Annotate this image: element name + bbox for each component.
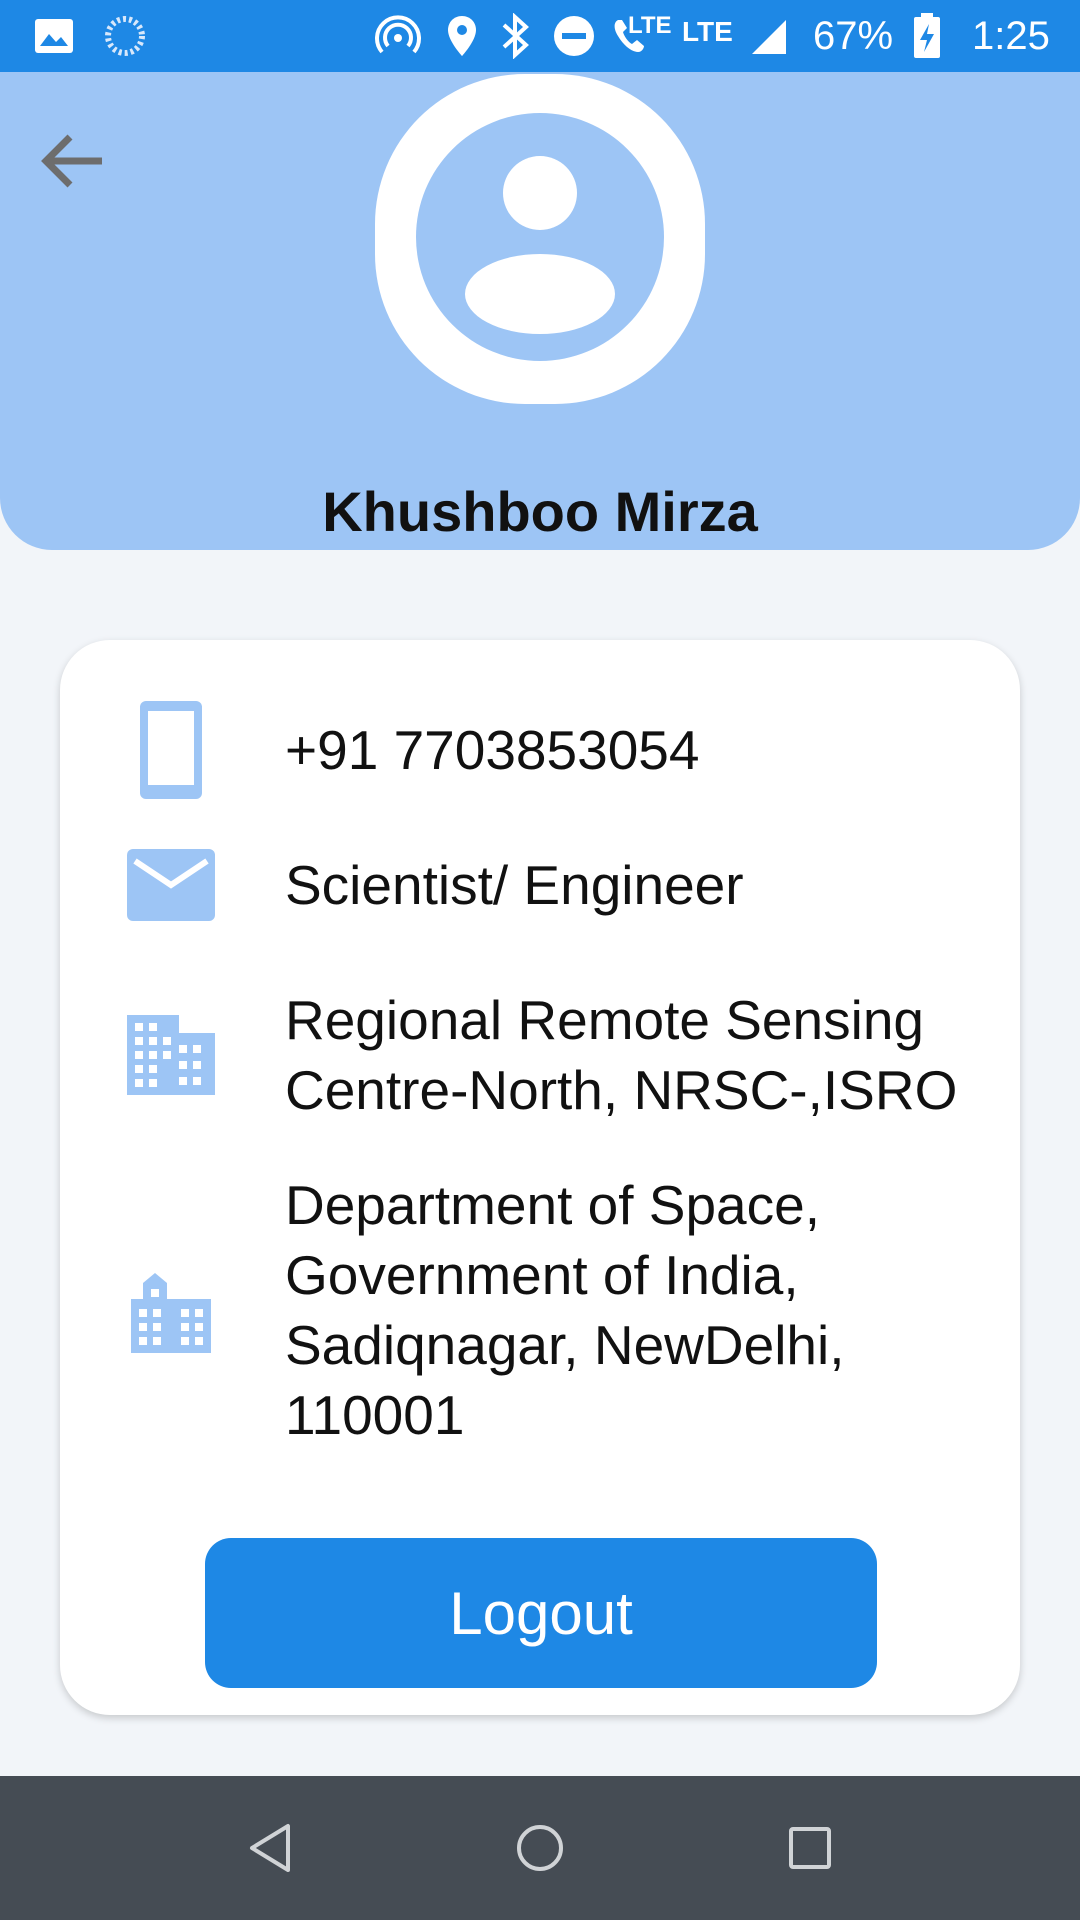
back-triangle-icon[interactable] (220, 1798, 320, 1898)
profile-card: +91 7703853054 Scientist/ Engineer Regio… (60, 640, 1020, 1715)
email-icon (126, 840, 216, 930)
avatar (375, 74, 705, 404)
phone-row: +91 7703853054 (60, 700, 1020, 800)
bluetooth-icon (500, 0, 532, 72)
home-circle-icon[interactable] (490, 1798, 590, 1898)
lte-label-1: LTE (628, 12, 672, 39)
lte-label-2: LTE (682, 16, 733, 47)
recents-square-icon[interactable] (760, 1798, 860, 1898)
image-icon (34, 0, 74, 72)
organization-row: Regional Remote Sensing Centre-North, NR… (60, 985, 1020, 1125)
office-building-icon (126, 985, 216, 1125)
battery-percent: 67% (813, 13, 894, 58)
dnd-icon (552, 0, 596, 72)
address-row: Department of Space, Government of India… (60, 1168, 1020, 1453)
organization: Regional Remote Sensing Centre-North, NR… (285, 989, 958, 1121)
logout-button[interactable]: Logout (205, 1538, 877, 1688)
city-icon (126, 1168, 216, 1453)
arrow-left-icon (41, 134, 102, 188)
back-button[interactable] (28, 116, 118, 206)
clock: 1:25 (972, 13, 1050, 58)
phone-icon (126, 700, 216, 800)
designation-row: Scientist/ Engineer (60, 840, 1020, 930)
battery-charging-icon (912, 0, 942, 72)
phone-number: +91 7703853054 (285, 719, 700, 781)
hotspot-icon (374, 0, 422, 72)
profile-name: Khushboo Mirza (322, 480, 758, 543)
signal-icon (748, 0, 788, 72)
system-nav-bar (0, 1776, 1080, 1920)
account-circle-icon (375, 74, 705, 404)
designation: Scientist/ Engineer (285, 854, 744, 916)
status-bar: LTE LTE 67% 1:25 (0, 0, 1080, 72)
address: Department of Space, Government of India… (285, 1174, 845, 1446)
sync-icon (104, 0, 146, 72)
profile-header: Khushboo Mirza (0, 72, 1080, 550)
location-icon (446, 0, 478, 72)
